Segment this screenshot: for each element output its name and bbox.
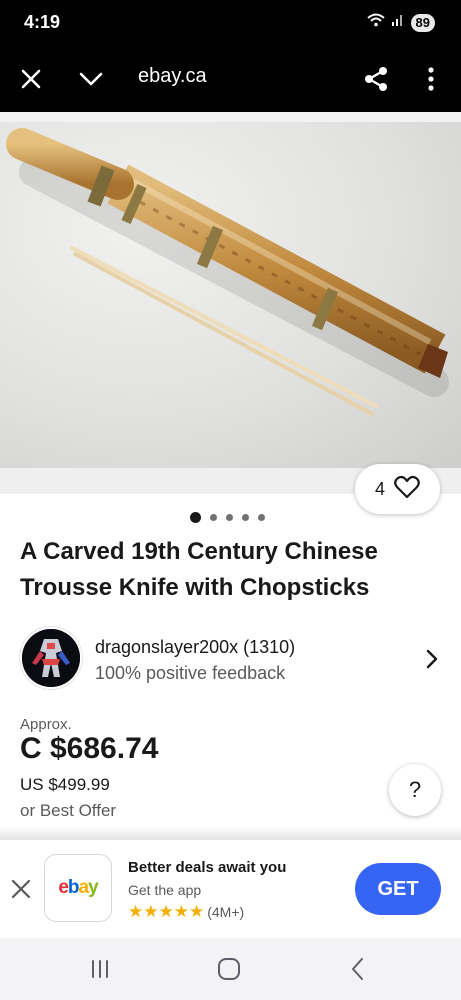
favorites-count: 4 xyxy=(374,478,385,499)
app-rating: ★★★★★ (4M+) xyxy=(128,902,244,922)
close-icon[interactable] xyxy=(13,61,49,97)
watch-button[interactable]: 4 xyxy=(355,464,440,514)
item-title: A Carved 19th Century Chinese Trousse Kn… xyxy=(20,538,378,601)
status-time: 4:19 xyxy=(24,12,61,32)
app-banner-subtitle: Get the app xyxy=(128,882,202,898)
help-button[interactable]: ? xyxy=(389,764,441,816)
heart-icon xyxy=(394,475,420,504)
pagination-dot[interactable] xyxy=(226,514,233,521)
url-text[interactable]: ebay.ca xyxy=(138,65,207,88)
item-price: C $686.74 xyxy=(20,732,159,765)
app-banner-title: Better deals await you xyxy=(128,859,287,876)
signal-icon xyxy=(391,13,405,32)
system-nav-bar xyxy=(0,938,461,1000)
pagination-dot[interactable] xyxy=(258,514,265,521)
wifi-icon xyxy=(366,13,385,32)
browser-bar: ebay.ca xyxy=(0,46,461,112)
banner-shadow xyxy=(0,826,461,840)
get-app-button[interactable]: GET xyxy=(355,863,441,915)
seller-feedback: 100% positive feedback xyxy=(95,663,286,683)
pagination-dot[interactable] xyxy=(210,514,217,521)
close-icon[interactable] xyxy=(8,876,34,902)
ebay-app-icon[interactable]: ebay xyxy=(44,854,112,922)
battery-indicator: 89 xyxy=(410,13,435,32)
image-pagination xyxy=(190,512,265,523)
rating-count: (4M+) xyxy=(207,904,245,920)
pagination-dot[interactable] xyxy=(242,514,249,521)
pagination-dot[interactable] xyxy=(190,512,201,523)
star-rating-icon: ★★★★★ xyxy=(128,902,205,921)
chevron-down-icon[interactable] xyxy=(73,61,109,97)
home-icon[interactable] xyxy=(216,956,242,982)
approx-label: Approx. xyxy=(20,716,72,733)
status-indicators: 89 xyxy=(366,13,435,32)
avatar xyxy=(20,627,82,689)
us-price: US $499.99 xyxy=(20,775,110,794)
status-bar: 4:19 89 xyxy=(0,0,461,46)
recent-apps-icon[interactable] xyxy=(87,956,113,982)
more-options-icon[interactable] xyxy=(413,61,449,97)
item-photo[interactable] xyxy=(0,122,461,468)
ebay-logo: ebay xyxy=(58,877,98,898)
chevron-right-icon[interactable] xyxy=(420,647,444,671)
share-icon[interactable] xyxy=(358,61,394,97)
seller-name[interactable]: dragonslayer200x (1310) xyxy=(95,637,295,658)
best-offer-text: or Best Offer xyxy=(20,801,117,820)
app-install-banner: ebay Better deals await you Get the app … xyxy=(0,840,461,938)
seller-row[interactable]: dragonslayer200x (1310) 100% positive fe… xyxy=(20,627,445,689)
back-icon[interactable] xyxy=(345,956,371,982)
page-gap xyxy=(0,112,461,122)
